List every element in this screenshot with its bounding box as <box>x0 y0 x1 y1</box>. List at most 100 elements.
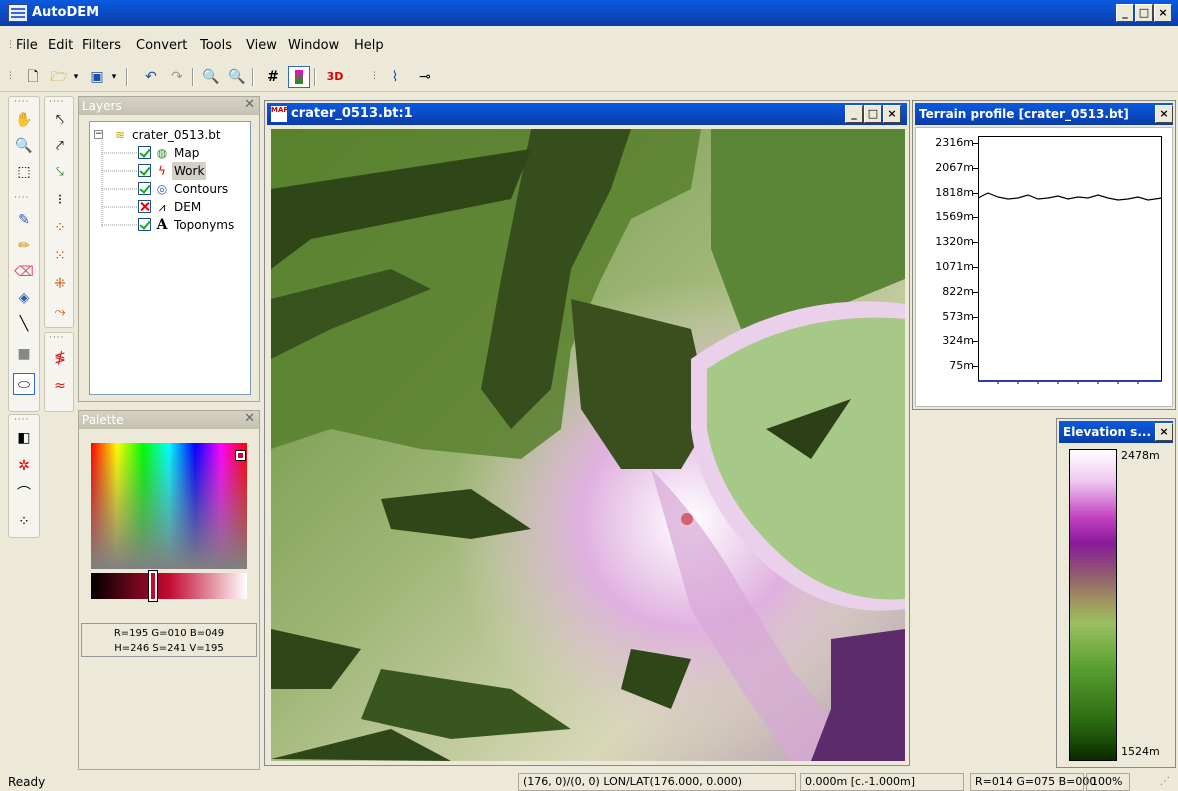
status-color: R=014 G=075 B=000 <box>970 773 1096 791</box>
node-delete-icon[interactable]: ⁝ <box>49 189 71 211</box>
toolbar-grip: ···· <box>14 97 30 107</box>
contrast-icon[interactable]: ◧ <box>13 427 35 449</box>
ellipse-icon[interactable]: ⬭ <box>13 373 35 395</box>
fill-bucket-icon[interactable]: ◈ <box>13 287 35 309</box>
layers-close-icon[interactable]: ✕ <box>244 97 255 112</box>
layer-checkbox[interactable] <box>138 182 151 195</box>
undo-icon[interactable]: ↶ <box>140 66 162 88</box>
terrain-map-canvas[interactable] <box>271 129 905 761</box>
open-dropdown-icon[interactable]: ▾ <box>70 66 82 88</box>
layer-checkbox[interactable] <box>138 164 151 177</box>
map-close-button[interactable]: × <box>883 105 901 123</box>
palette-close-icon[interactable]: ✕ <box>244 411 255 426</box>
save-icon[interactable]: ▣ <box>86 66 108 88</box>
zoom-in-icon[interactable]: 🔍 <box>226 66 248 88</box>
profile-close-button[interactable]: × <box>1155 105 1173 123</box>
map-window[interactable]: MAP crater_0513.bt:1 _ □ × <box>264 100 910 766</box>
toolbar2-grip: ⋮ <box>370 71 380 81</box>
menu-filters[interactable]: Filters <box>82 38 121 53</box>
value-slider-thumb[interactable] <box>148 570 158 602</box>
layer-label: Work <box>172 162 207 180</box>
layers-panel-title: Layers <box>79 97 259 115</box>
menu-file[interactable]: File <box>16 38 38 53</box>
menu-edit[interactable]: Edit <box>48 38 73 53</box>
maximize-button[interactable]: □ <box>1135 4 1153 22</box>
contour-cross-icon[interactable]: ≸ <box>49 347 71 369</box>
profile-y-label: 1569m <box>935 210 974 224</box>
node-join-icon[interactable]: ⁙ <box>49 245 71 267</box>
save-dropdown-icon[interactable]: ▾ <box>108 66 120 88</box>
elevation-min-label: 1524m <box>1121 745 1160 758</box>
open-folder-icon[interactable]: 🗁 <box>48 66 70 88</box>
menu-help[interactable]: Help <box>354 38 384 53</box>
terrain-profile-window[interactable]: Terrain profile [crater_0513.bt] × 2316m… <box>912 100 1176 410</box>
arch-icon[interactable]: ⌒ <box>13 483 35 505</box>
profile-line <box>978 192 1162 384</box>
color-picker-marker[interactable] <box>235 450 246 461</box>
map-globe-icon: ◍ <box>156 146 168 160</box>
node-center-icon[interactable]: ⁜ <box>49 273 71 295</box>
redo-icon[interactable]: ↷ <box>166 66 188 88</box>
contours-icon: ◎ <box>156 182 168 196</box>
map-minimize-button[interactable]: _ <box>845 105 863 123</box>
node-curve-icon[interactable]: ⤳ <box>49 301 71 323</box>
profile-window-title-text: Terrain profile [crater_0513.bt] <box>919 107 1129 121</box>
layer-checkbox[interactable] <box>138 218 151 231</box>
measure-icon[interactable]: ⊸ <box>414 66 436 88</box>
spray-icon[interactable]: ⁘ <box>13 511 35 533</box>
eyedropper-icon[interactable]: ✎ <box>13 209 35 231</box>
status-elevation: 0.000m [c.-1.000m] <box>800 773 964 791</box>
resize-grip-icon[interactable]: ⋰ <box>1160 776 1170 787</box>
menu-tools[interactable]: Tools <box>200 38 232 53</box>
hand-pan-icon[interactable]: ✋ <box>13 109 35 131</box>
hue-saturation-picker[interactable] <box>91 443 247 569</box>
layer-label: Map <box>174 146 200 160</box>
elevation-window-title[interactable]: Elevation s... × <box>1059 421 1173 443</box>
new-file-icon[interactable]: 🗋 <box>22 66 44 88</box>
menu-view[interactable]: View <box>246 38 277 53</box>
grid-icon[interactable]: # <box>262 66 284 88</box>
toolbar-grip: ⋮ <box>6 71 16 81</box>
elevation-close-button[interactable]: × <box>1155 423 1173 441</box>
profile-y-label: 573m <box>942 309 974 323</box>
map-window-title[interactable]: MAP crater_0513.bt:1 _ □ × <box>267 103 907 125</box>
text-a-icon: A <box>156 217 168 233</box>
node-split-icon[interactable]: ⁘ <box>49 217 71 239</box>
profile-y-label: 324m <box>942 334 974 348</box>
elevation-scale-icon[interactable] <box>288 66 310 88</box>
status-coords: (176, 0)/(0, 0) LON/LAT(176.000, 0.000) <box>518 773 796 791</box>
layer-checkbox[interactable] <box>138 146 151 159</box>
map-maximize-button[interactable]: □ <box>864 105 882 123</box>
node-move-icon[interactable]: ⤤ <box>49 135 71 157</box>
contour-wave-icon[interactable]: ≈ <box>49 375 71 397</box>
rect-select-icon[interactable]: ⬚ <box>13 161 35 183</box>
pencil-icon[interactable]: ✏ <box>13 235 35 257</box>
toolbar-grip: ···· <box>14 193 30 203</box>
minimize-button[interactable]: _ <box>1116 4 1134 22</box>
line-icon[interactable]: ╲ <box>13 313 35 335</box>
menu-convert[interactable]: Convert <box>136 38 187 53</box>
layer-checkbox[interactable] <box>138 200 151 213</box>
close-button[interactable]: × <box>1154 4 1172 22</box>
zoom-out-icon[interactable]: 🔍 <box>200 66 222 88</box>
tree-lines <box>101 140 138 227</box>
profile-y-label: 75m <box>949 359 974 373</box>
rectangle-icon[interactable]: ■ <box>13 343 35 365</box>
profile-icon[interactable]: ⌇ <box>384 66 406 88</box>
elevation-gradient-bar <box>1069 449 1117 761</box>
status-state: Ready <box>8 775 46 789</box>
noise-icon[interactable]: ✲ <box>13 455 35 477</box>
menu-window[interactable]: Window <box>288 38 339 53</box>
profile-chart[interactable]: 2316m 2067m 1818m 1569m 1320m 1071m 822m 573m 32… <box>915 127 1173 407</box>
node-add-icon[interactable]: ⤥ <box>49 161 71 183</box>
eraser-icon[interactable]: ⌫ <box>13 261 35 283</box>
status-zoom: 100% <box>1086 773 1130 791</box>
profile-window-title[interactable]: Terrain profile [crater_0513.bt] × <box>915 103 1173 125</box>
value-slider[interactable] <box>91 573 247 599</box>
3d-view-button[interactable]: 3D <box>320 66 350 88</box>
terrain-hillshade[interactable] <box>271 129 905 761</box>
contour-tools-toolbar: ···· ≸ ≈ <box>44 332 74 412</box>
elevation-scale-window[interactable]: Elevation s... × 2478m 1524m <box>1056 418 1176 768</box>
node-arrow-icon[interactable]: ⤣ <box>49 109 71 131</box>
zoom-icon[interactable]: 🔍 <box>13 135 35 157</box>
